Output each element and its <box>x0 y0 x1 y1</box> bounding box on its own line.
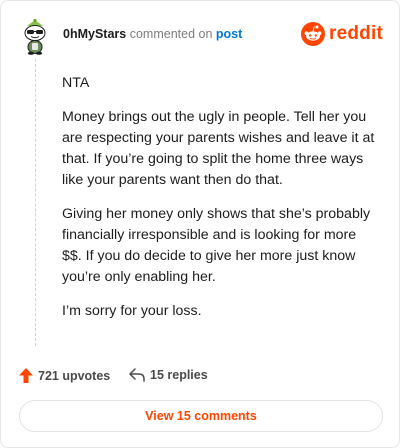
comment-paragraph: NTA <box>62 75 90 91</box>
reddit-snoo-icon <box>301 22 326 46</box>
comment-card: 0hMyStars commented on post reddit NTA M… <box>0 0 400 448</box>
reddit-logo[interactable]: reddit <box>301 21 383 47</box>
snoo-avatar-icon <box>24 18 46 55</box>
comment-meta: 0hMyStars commented on post <box>63 26 242 42</box>
upvote-button[interactable]: 721 upvotes <box>19 368 110 383</box>
post-link[interactable]: post <box>216 27 242 41</box>
username-link[interactable]: 0hMyStars <box>63 27 126 41</box>
comment-footer: 721 upvotes 15 replies <box>19 363 381 389</box>
thread-line <box>35 59 36 346</box>
reddit-wordmark: reddit <box>329 23 383 44</box>
upvote-count: 721 upvotes <box>38 368 111 383</box>
view-comments-button[interactable]: View 15 comments <box>19 400 383 432</box>
comment-paragraph: I’m sorry for your loss. <box>62 303 202 319</box>
reply-count: 15 replies <box>150 368 208 382</box>
avatar[interactable] <box>19 18 51 55</box>
comment-header: 0hMyStars commented on post reddit <box>19 15 383 55</box>
reply-arrow-icon <box>129 368 145 382</box>
upvote-arrow-icon <box>19 368 33 383</box>
comment-paragraph: Giving her money only shows that she’s p… <box>62 206 371 285</box>
replies-button[interactable]: 15 replies <box>129 368 208 382</box>
comment-body: NTA Money brings out the ugly in people.… <box>62 73 378 335</box>
commented-on-text: commented on <box>129 27 213 41</box>
comment-paragraph: Money brings out the ugly in people. Tel… <box>62 109 375 188</box>
